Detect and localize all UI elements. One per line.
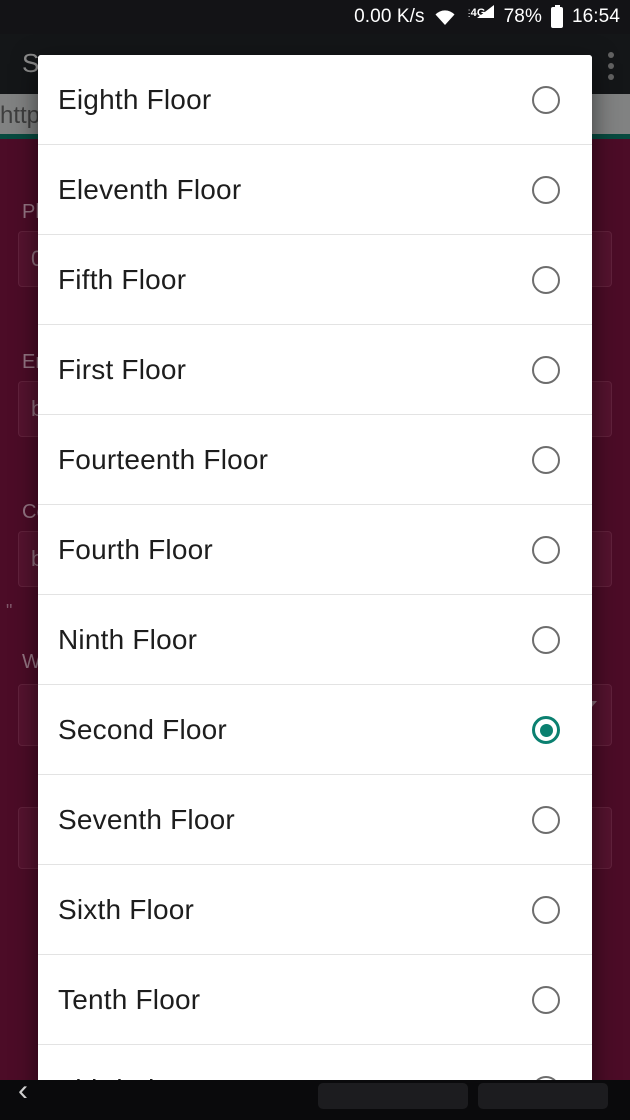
home-icon[interactable] (318, 1083, 468, 1109)
network-speed-text: 0.00 K/s (354, 6, 425, 27)
system-navigation-bar: ‹ (0, 1076, 630, 1120)
floor-option-label: Sixth Floor (58, 893, 195, 925)
radio-button[interactable] (532, 805, 560, 834)
floor-option-row[interactable]: Fourteenth Floor (38, 415, 592, 505)
radio-button[interactable] (532, 445, 560, 474)
floor-option-label: First Floor (58, 353, 187, 385)
radio-button[interactable] (532, 625, 560, 654)
radio-button[interactable] (532, 355, 560, 384)
floor-option-label: Tenth Floor (58, 983, 201, 1015)
wifi-icon (434, 7, 456, 27)
floor-option-row[interactable]: Tenth Floor (38, 955, 592, 1045)
floor-option-label: Fourteenth Floor (58, 443, 269, 475)
radio-button-selected[interactable] (532, 715, 560, 744)
radio-button[interactable] (532, 265, 560, 294)
floor-option-row[interactable]: Fifth Floor (38, 235, 592, 325)
floor-option-row[interactable]: Ninth Floor (38, 595, 592, 685)
floor-option-label: Second Floor (58, 713, 227, 745)
radio-button[interactable] (532, 985, 560, 1014)
floor-option-row[interactable]: Eleventh Floor (38, 145, 592, 235)
floor-option-row[interactable]: Seventh Floor (38, 775, 592, 865)
floor-option-label: Fifth Floor (58, 263, 187, 295)
floor-option-label: Eleventh Floor (58, 173, 242, 205)
floor-option-label: Seventh Floor (58, 803, 235, 835)
radio-button[interactable] (532, 535, 560, 564)
floor-selection-dialog: Eighth Floor Eleventh Floor Fifth Floor Fir… (38, 55, 592, 1098)
radio-button[interactable] (532, 895, 560, 924)
radio-button[interactable] (532, 85, 560, 114)
floor-option-row[interactable]: First Floor (38, 325, 592, 415)
radio-button[interactable] (532, 175, 560, 204)
phone-screen: S http Ph 0 En b Co b " W Eighth F (0, 0, 630, 1120)
floor-option-row[interactable]: Fourth Floor (38, 505, 592, 595)
floor-option-list: Eighth Floor Eleventh Floor Fifth Floor Fir… (38, 55, 592, 1098)
back-arrow-icon[interactable]: ‹ (18, 1076, 28, 1106)
battery-percent-text: 78% (503, 6, 542, 27)
floor-option-row[interactable]: Eighth Floor (38, 55, 592, 145)
battery-icon (550, 4, 563, 28)
floor-option-label: Fourth Floor (58, 533, 213, 565)
status-bar: 0.00 K/s ⋮ 4G 78% 16:54 (0, 0, 630, 34)
clock-text: 16:54 (571, 6, 620, 27)
floor-option-label: Eighth Floor (58, 83, 212, 115)
floor-option-row[interactable]: Second Floor (38, 685, 592, 775)
cellular-signal-icon: ⋮ 4G (465, 5, 495, 27)
floor-option-label: Ninth Floor (58, 623, 198, 655)
floor-option-row[interactable]: Sixth Floor (38, 865, 592, 955)
recents-icon[interactable] (478, 1083, 608, 1109)
